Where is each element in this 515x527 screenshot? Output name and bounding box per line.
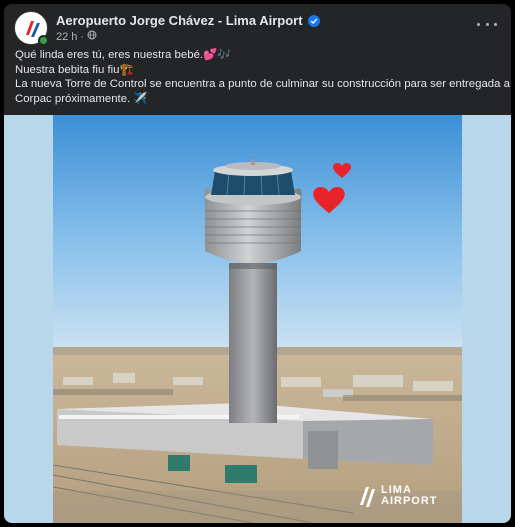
post-header: Aeropuerto Jorge Chávez - Lima Airport 2… [14, 11, 501, 47]
facebook-post-card: Aeropuerto Jorge Chávez - Lima Airport 2… [4, 4, 511, 523]
post-photo[interactable]: LIMA AIRPORT [53, 115, 462, 523]
post-text-line: Corpac próximamente. ✈️ [15, 92, 148, 105]
page-name-link[interactable]: Aeropuerto Jorge Chávez - Lima Airport [56, 13, 303, 28]
lima-airport-watermark: LIMA AIRPORT [359, 485, 438, 507]
post-timestamp[interactable]: 22 h [56, 31, 77, 43]
post-text: Qué linda eres tú, eres nuestra bebé.💕🎶 … [15, 48, 510, 106]
post-text-line: Qué linda eres tú, eres nuestra bebé.💕🎶 [15, 49, 232, 61]
post-text-line: Nuestra bebita fiu fiu🏗️ [15, 63, 134, 76]
heart-icon-small [333, 163, 351, 178]
post-meta: 22 h · [56, 30, 97, 43]
meta-separator: · [80, 30, 85, 43]
online-status-dot [38, 35, 49, 46]
lima-airport-logo-icon [360, 487, 375, 507]
more-options-icon[interactable] [477, 17, 497, 31]
verified-badge-icon [307, 14, 320, 27]
post-text-line: La nueva Torre de Control se encuentra a… [15, 78, 510, 90]
watermark-line-2: AIRPORT [381, 495, 438, 507]
page-name-row: Aeropuerto Jorge Chávez - Lima Airport [56, 13, 320, 28]
heart-icon-large [313, 187, 345, 214]
control-tower-photo [53, 115, 462, 523]
globe-icon[interactable] [87, 30, 97, 43]
